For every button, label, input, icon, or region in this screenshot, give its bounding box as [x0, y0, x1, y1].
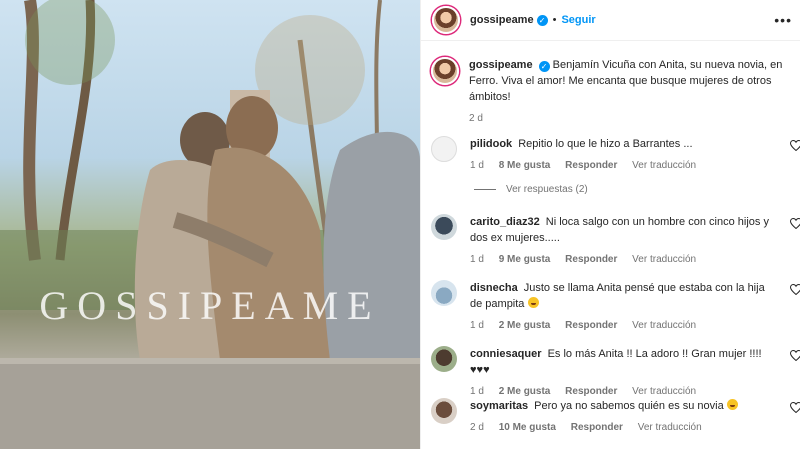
more-options-icon[interactable]: •••	[774, 12, 792, 28]
post-caption: gossipeame ✓ Benjamín Vicuña con Anita, s…	[431, 57, 791, 127]
view-replies-label: Ver respuestas (2)	[506, 184, 588, 195]
translate-link[interactable]: Ver traducción	[638, 422, 702, 433]
comment-item: conniesaquer Es lo más Anita !! La adoro…	[431, 346, 800, 400]
photo-scene	[0, 0, 420, 449]
post-username[interactable]: gossipeame	[470, 14, 534, 26]
avatar[interactable]	[431, 346, 457, 372]
follow-button[interactable]: Seguir	[561, 14, 595, 26]
reply-button[interactable]: Responder	[565, 320, 617, 331]
heart-icon[interactable]	[790, 350, 800, 361]
comment-text: Repitio lo que le hizo a Barrantes ...	[518, 138, 693, 150]
comment-likes[interactable]: 10 Me gusta	[499, 422, 556, 433]
translate-link[interactable]: Ver traducción	[632, 320, 696, 331]
comment-likes[interactable]: 8 Me gusta	[499, 160, 551, 171]
avatar[interactable]	[431, 398, 457, 424]
comment-age: 1 d	[470, 386, 484, 397]
translate-link[interactable]: Ver traducción	[632, 160, 696, 171]
comment-username[interactable]: carito_diaz32	[470, 216, 540, 228]
caption-age: 2 d	[469, 113, 483, 124]
post-image: GOSSIPEAME	[0, 0, 420, 449]
reply-button[interactable]: Responder	[565, 160, 617, 171]
heart-icon[interactable]	[790, 402, 800, 413]
avatar[interactable]	[431, 214, 457, 240]
reply-button[interactable]: Responder	[571, 422, 623, 433]
comment-item: disnecha Justo se llama Anita pensé que …	[431, 280, 800, 334]
comment-username[interactable]: soymaritas	[470, 400, 528, 412]
comment-likes[interactable]: 2 Me gusta	[499, 320, 551, 331]
watermark: GOSSIPEAME	[39, 283, 381, 328]
replies-divider	[474, 189, 496, 190]
translate-link[interactable]: Ver traducción	[632, 386, 696, 397]
comment-text: Pero ya no sabemos quién es su novia	[534, 400, 724, 412]
avatar[interactable]	[431, 280, 457, 306]
comment-likes[interactable]: 9 Me gusta	[499, 254, 551, 265]
comment-age: 2 d	[470, 422, 484, 433]
verified-icon: ✓	[538, 61, 550, 72]
comment-age: 1 d	[470, 254, 484, 265]
grinning-emoji-icon	[726, 399, 738, 410]
reply-button[interactable]: Responder	[565, 386, 617, 397]
comment-item: pilidook Repitio lo que le hizo a Barran…	[431, 136, 800, 174]
grinning-emoji-icon	[527, 297, 539, 308]
view-replies-button[interactable]: Ver respuestas (2)	[474, 184, 588, 195]
comment-username[interactable]: conniesaquer	[470, 348, 542, 360]
separator-dot: •	[552, 14, 557, 26]
comment-likes[interactable]: 2 Me gusta	[499, 386, 551, 397]
post-header: gossipeame ✓ • Seguir •••	[421, 0, 800, 41]
heart-icon[interactable]	[790, 218, 800, 229]
avatar[interactable]	[432, 6, 460, 34]
heart-icon[interactable]	[790, 284, 800, 295]
translate-link[interactable]: Ver traducción	[632, 254, 696, 265]
caption-username[interactable]: gossipeame	[469, 59, 533, 71]
heart-icon[interactable]	[790, 140, 800, 151]
comment-age: 1 d	[470, 160, 484, 171]
comment-age: 1 d	[470, 320, 484, 331]
comment-item: carito_diaz32 Ni loca salgo con un hombr…	[431, 214, 800, 268]
comment-username[interactable]: pilidook	[470, 138, 512, 150]
caption-avatar[interactable]	[431, 57, 459, 85]
comment-username[interactable]: disnecha	[470, 282, 518, 294]
reply-button[interactable]: Responder	[565, 254, 617, 265]
avatar[interactable]	[431, 136, 457, 162]
verified-icon: ✓	[536, 14, 548, 26]
comment-item: soymaritas Pero ya no sabemos quién es s…	[431, 398, 800, 436]
